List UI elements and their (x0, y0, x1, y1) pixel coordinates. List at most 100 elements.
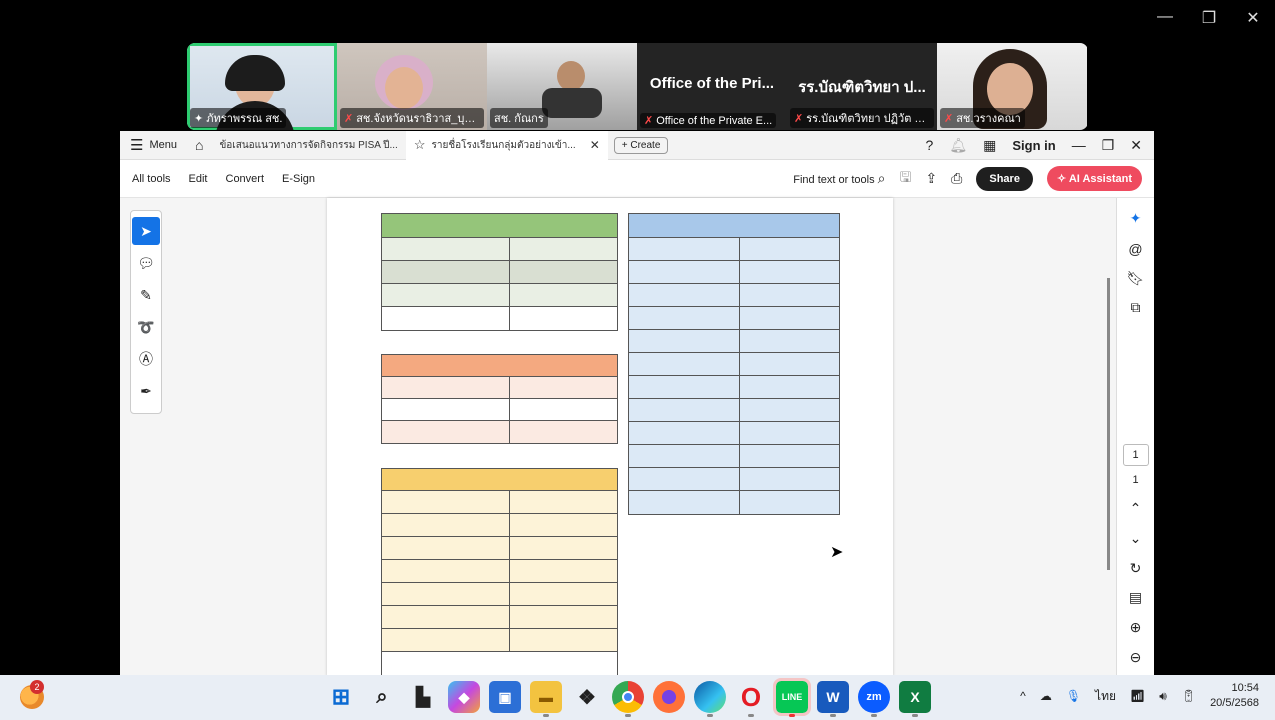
bell-icon[interactable]: 🔔︎ (949, 137, 967, 154)
mic-muted-icon: ✗ (644, 115, 654, 127)
participant-name: ✗ รร.บัณฑิตวิทยา ปฏิวัต ค... (790, 108, 934, 128)
restore-button[interactable]: ❐ (1199, 8, 1219, 28)
bookmarks-icon[interactable]: 🔖︎ (1124, 267, 1148, 289)
chrome-icon[interactable] (612, 681, 644, 717)
text-select-icon[interactable]: Ⓐ (132, 345, 160, 373)
comment-icon[interactable]: 💬︎ (132, 249, 160, 277)
participant-strip: ✦ ภัทราพรรณ สช. ✗ สช.จังหวัดนราธิวาส_บุริ… (187, 43, 1088, 130)
participant-name: สช. กัณกร (490, 108, 548, 128)
table-yellow (381, 468, 618, 676)
battery-icon[interactable]: 🔋︎ (1181, 689, 1196, 703)
star-icon[interactable]: ☆ (414, 137, 426, 153)
clock-date: 20/5/2568 (1210, 697, 1259, 709)
menu-button[interactable]: ☰ Menu (120, 136, 187, 154)
save-icon[interactable]: 🖫 (900, 167, 912, 191)
start-windows-icon[interactable]: ⊞ (325, 681, 357, 713)
print-icon[interactable]: ⎙ (951, 170, 962, 187)
language-indicator[interactable]: ไทย (1095, 687, 1116, 706)
volume-icon[interactable]: 🔊︎ (1159, 689, 1167, 704)
search-icon[interactable]: ⌕ (366, 681, 398, 713)
menu-label: Menu (149, 139, 177, 151)
firefox-icon[interactable] (653, 681, 685, 713)
excel-icon[interactable]: X (899, 681, 931, 717)
tab-document-1[interactable]: ข้อเสนอแนวทางการจัดกิจกรรม PISA ปี... (211, 131, 405, 160)
store-icon[interactable]: ▣ (489, 681, 521, 713)
participant-tile[interactable]: สช. กัณกร (487, 43, 637, 130)
mouse-cursor-icon: ➤ (830, 544, 844, 561)
zoom-out-icon[interactable]: ⊖ (1124, 646, 1148, 668)
menu-all-tools[interactable]: All tools (132, 173, 171, 185)
copilot-icon[interactable]: ◆ (448, 681, 480, 713)
upload-icon[interactable]: ⇪ (925, 170, 937, 187)
system-tray: ^ ☁ 🎙︎ ไทย 📶︎ 🔊︎ 🔋︎ 10:54 20/5/2568 (1020, 681, 1259, 711)
highlight-pen-icon[interactable]: ✎ (132, 281, 160, 309)
share-button[interactable]: Share (976, 166, 1033, 191)
mic-muted-icon: ✗ (794, 113, 804, 125)
participant-tile[interactable]: ✗ สช.วรางคณา (937, 43, 1087, 130)
participant-label: รร.บัณฑิตวิทยา ป... (798, 79, 926, 96)
close-button[interactable]: ✕ (1243, 8, 1263, 28)
window-restore-icon[interactable]: ❐ (1102, 137, 1115, 154)
draw-lasso-icon[interactable]: ➰ (132, 313, 160, 341)
clock[interactable]: 10:54 20/5/2568 (1210, 681, 1259, 711)
cloud-off-icon[interactable]: ☁ (1040, 689, 1052, 703)
chevron-up-icon[interactable]: ⌃ (1124, 498, 1148, 520)
participant-video (557, 61, 585, 91)
window-close-icon[interactable]: ✕ (1130, 137, 1142, 154)
vertical-scrollbar[interactable] (1107, 278, 1110, 570)
line-icon[interactable]: LINE (773, 678, 811, 717)
search-icon: ⌕ (877, 170, 886, 186)
participant-tile[interactable]: ✗ สช.จังหวัดนราธิวาส_บุริย... (337, 43, 487, 130)
dropbox-icon[interactable]: ❖ (571, 681, 603, 713)
participant-tile[interactable]: รร.บัณฑิตวิทยา ป... ✗ รร.บัณฑิตวิทยา ปฏิว… (787, 43, 937, 130)
sign-in-button[interactable]: Sign in (1012, 138, 1055, 153)
participant-name: ✦ ภัทราพรรณ สช. (190, 108, 287, 128)
mic-muted-icon: ✗ (344, 113, 354, 125)
zoom-icon[interactable]: zm (858, 681, 890, 717)
create-button[interactable]: + Create (613, 136, 669, 154)
window-minimize-icon[interactable]: — (1072, 137, 1086, 153)
opera-icon[interactable]: O (735, 681, 767, 717)
home-icon[interactable]: ⌂ (187, 137, 211, 153)
document-workspace: ➤ 💬︎ ✎ ➰ Ⓐ ✒ ➤ ✦ @ 🔖︎ ⧉ 1 1 ⌃ ⌄ ↻ ▤ ⊕ ⊖ (120, 198, 1154, 676)
task-view-icon[interactable]: ▙ (407, 681, 439, 713)
generative-summary-icon[interactable]: ✦ (1124, 208, 1148, 230)
find-text-button[interactable]: Find text or tools ⌕ (793, 170, 885, 187)
participant-name: ✗ สช.วรางคณา (940, 108, 1025, 128)
sign-icon[interactable]: ✒ (132, 377, 160, 405)
pages-icon[interactable]: ⧉ (1124, 297, 1148, 319)
toolbar: All tools Edit Convert E-Sign Find text … (120, 160, 1154, 198)
tab-document-2[interactable]: ☆ รายชื่อโรงเรียนกลุ่มตัวอย่างเข้า... ✕ (405, 130, 608, 160)
fit-page-icon[interactable]: ▤ (1124, 587, 1148, 609)
edge-icon[interactable] (694, 681, 726, 717)
ai-assistant-button[interactable]: ✧ AI Assistant (1046, 166, 1142, 191)
menu-edit[interactable]: Edit (189, 173, 208, 185)
acrobat-window: ☰ Menu ⌂ ข้อเสนอแนวทางการจัดกิจกรรม PISA… (120, 130, 1154, 676)
zoom-in-icon[interactable]: ⊕ (1124, 617, 1148, 639)
select-cursor-icon[interactable]: ➤ (132, 217, 160, 245)
participant-video (385, 67, 423, 109)
file-explorer-icon[interactable]: ▬ (530, 681, 562, 717)
page-number-input[interactable]: 1 (1122, 444, 1149, 466)
participant-tile[interactable]: ✦ ภัทราพรรณ สช. (187, 43, 337, 130)
apps-grid-icon[interactable]: ▦ (983, 137, 996, 154)
chevron-up-icon[interactable]: ^ (1020, 689, 1026, 703)
zoom-window-controls: — ❐ ✕ (1155, 8, 1263, 28)
help-icon[interactable]: ? (926, 137, 934, 153)
minimize-button[interactable]: — (1155, 8, 1175, 28)
pdf-page: ➤ (327, 198, 893, 676)
chevron-down-icon[interactable]: ⌄ (1124, 528, 1148, 550)
word-icon[interactable]: W (817, 681, 849, 717)
participant-tile[interactable]: Office of the Pri... ✗ Office of the Priv… (637, 43, 787, 130)
menu-convert[interactable]: Convert (226, 173, 265, 185)
microphone-icon[interactable]: 🎙︎ (1066, 689, 1081, 703)
participant-label: Office of the Pri... (649, 75, 775, 92)
rotate-icon[interactable]: ↻ (1124, 557, 1148, 579)
menu-esign[interactable]: E-Sign (282, 173, 315, 185)
comments-icon[interactable]: @ (1124, 238, 1148, 260)
wifi-icon[interactable]: 📶︎ (1130, 689, 1145, 703)
close-tab-icon[interactable]: ✕ (590, 138, 600, 152)
hamburger-icon: ☰ (130, 137, 144, 154)
table-green (381, 213, 618, 331)
clock-time: 10:54 (1231, 682, 1259, 694)
